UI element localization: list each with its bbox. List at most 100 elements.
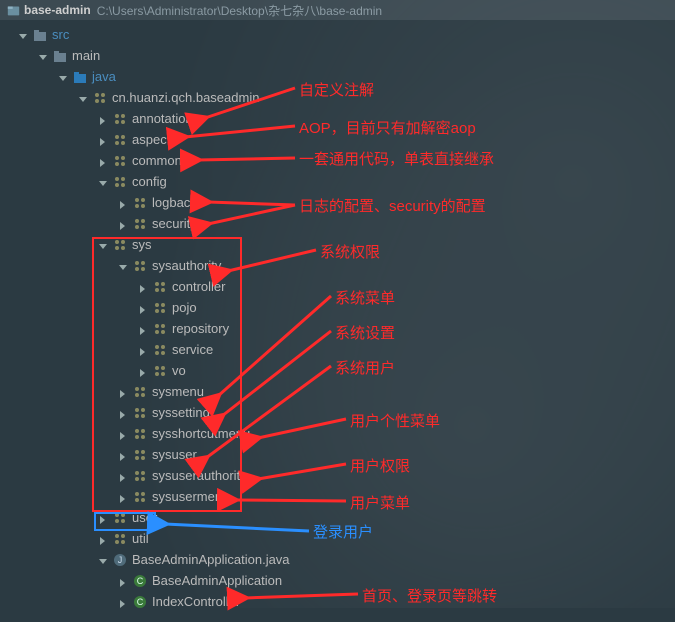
tree-item-security[interactable]: security xyxy=(0,213,675,234)
tree-label: IndexController xyxy=(152,594,240,609)
java-file-icon: J xyxy=(112,552,128,568)
package-icon xyxy=(112,531,128,547)
package-icon xyxy=(112,237,128,253)
tree-item-config[interactable]: config xyxy=(0,171,675,192)
tree-item-indexcontroller[interactable]: C IndexController xyxy=(0,591,675,612)
tree-item-package[interactable]: cn.huanzi.qch.baseadmin xyxy=(0,87,675,108)
tree-item-sysuser[interactable]: sysuser xyxy=(0,444,675,465)
tree-item-aspect[interactable]: aspect xyxy=(0,129,675,150)
package-icon xyxy=(112,132,128,148)
package-icon xyxy=(152,342,168,358)
tree-item-logback[interactable]: logback xyxy=(0,192,675,213)
tree-item-main[interactable]: main xyxy=(0,45,675,66)
expand-icon[interactable] xyxy=(18,30,28,40)
svg-text:J: J xyxy=(118,555,123,565)
tree-item-appclass[interactable]: C BaseAdminApplication xyxy=(0,570,675,591)
class-icon: C xyxy=(132,594,148,610)
package-icon xyxy=(132,258,148,274)
collapse-icon[interactable] xyxy=(138,303,148,313)
collapse-icon[interactable] xyxy=(98,513,108,523)
tree-label: repository xyxy=(172,321,229,336)
tree-item-src[interactable]: src xyxy=(0,24,675,45)
collapse-icon[interactable] xyxy=(138,324,148,334)
tree-item-vo[interactable]: vo xyxy=(0,360,675,381)
tree-item-java[interactable]: java xyxy=(0,66,675,87)
collapse-icon[interactable] xyxy=(98,534,108,544)
collapse-icon[interactable] xyxy=(138,366,148,376)
collapse-icon[interactable] xyxy=(118,408,128,418)
expand-icon[interactable] xyxy=(38,51,48,61)
tree-label: common xyxy=(132,153,182,168)
collapse-icon[interactable] xyxy=(118,387,128,397)
package-icon xyxy=(132,405,148,421)
package-icon xyxy=(132,195,148,211)
tree-label: util xyxy=(132,531,149,546)
package-icon xyxy=(112,111,128,127)
tree-item-sysusermenu[interactable]: sysusermenu xyxy=(0,486,675,507)
package-icon xyxy=(132,426,148,442)
collapse-icon[interactable] xyxy=(98,135,108,145)
collapse-icon[interactable] xyxy=(118,429,128,439)
tree-label: java xyxy=(92,69,116,84)
package-icon xyxy=(132,468,148,484)
package-icon xyxy=(112,153,128,169)
package-icon xyxy=(112,510,128,526)
tree-item-pojo[interactable]: pojo xyxy=(0,297,675,318)
collapse-icon[interactable] xyxy=(118,492,128,502)
tree-item-sysuserauthority[interactable]: sysuserauthority xyxy=(0,465,675,486)
tree-item-sysauthority[interactable]: sysauthority xyxy=(0,255,675,276)
tree-item-util[interactable]: util xyxy=(0,528,675,549)
expand-icon[interactable] xyxy=(98,240,108,250)
tree-label: sysuser xyxy=(152,447,197,462)
tree-label: controller xyxy=(172,279,225,294)
tree-label: aspect xyxy=(132,132,170,147)
collapse-icon[interactable] xyxy=(118,219,128,229)
tree-label: logback xyxy=(152,195,197,210)
tree-label: src xyxy=(52,27,69,42)
tree-label: sysuserauthority xyxy=(152,468,247,483)
tree-label: sysshortcutmenu xyxy=(152,426,250,441)
tree-label: service xyxy=(172,342,213,357)
tree-label: sysmenu xyxy=(152,384,204,399)
tree-item-repository[interactable]: repository xyxy=(0,318,675,339)
tree-item-sys[interactable]: sys xyxy=(0,234,675,255)
tree-item-user[interactable]: user xyxy=(0,507,675,528)
tree-label: sysauthority xyxy=(152,258,221,273)
collapse-icon[interactable] xyxy=(118,576,128,586)
collapse-icon[interactable] xyxy=(118,198,128,208)
tree-item-annotation[interactable]: annotation xyxy=(0,108,675,129)
svg-text:C: C xyxy=(137,597,144,607)
tree-label: main xyxy=(72,48,100,63)
package-icon xyxy=(152,300,168,316)
tree-label: syssetting xyxy=(152,405,210,420)
folder-icon xyxy=(32,27,48,43)
tree-label: annotation xyxy=(132,111,193,126)
tree-label: cn.huanzi.qch.baseadmin xyxy=(112,90,259,105)
collapse-icon[interactable] xyxy=(138,282,148,292)
tree-item-service[interactable]: service xyxy=(0,339,675,360)
tree-item-sysshortcutmenu[interactable]: sysshortcutmenu xyxy=(0,423,675,444)
package-icon xyxy=(132,447,148,463)
collapse-icon[interactable] xyxy=(118,471,128,481)
tree-item-sysmenu[interactable]: sysmenu xyxy=(0,381,675,402)
collapse-icon[interactable] xyxy=(98,114,108,124)
tree-label: vo xyxy=(172,363,186,378)
expand-icon[interactable] xyxy=(118,261,128,271)
collapse-icon[interactable] xyxy=(138,345,148,355)
expand-icon[interactable] xyxy=(58,72,68,82)
expand-icon[interactable] xyxy=(78,93,88,103)
expand-icon[interactable] xyxy=(98,177,108,187)
tree-item-appjava[interactable]: J BaseAdminApplication.java xyxy=(0,549,675,570)
collapse-icon[interactable] xyxy=(118,597,128,607)
package-icon xyxy=(152,321,168,337)
expand-icon[interactable] xyxy=(98,555,108,565)
tree-item-common[interactable]: common xyxy=(0,150,675,171)
collapse-icon[interactable] xyxy=(118,450,128,460)
tree-label: sysusermenu xyxy=(152,489,229,504)
package-icon xyxy=(92,90,108,106)
project-tree[interactable]: src main java cn.huanzi.qch.baseadmin an… xyxy=(0,20,675,622)
tree-item-syssetting[interactable]: syssetting xyxy=(0,402,675,423)
collapse-icon[interactable] xyxy=(98,156,108,166)
tree-item-controller[interactable]: controller xyxy=(0,276,675,297)
package-icon xyxy=(132,384,148,400)
